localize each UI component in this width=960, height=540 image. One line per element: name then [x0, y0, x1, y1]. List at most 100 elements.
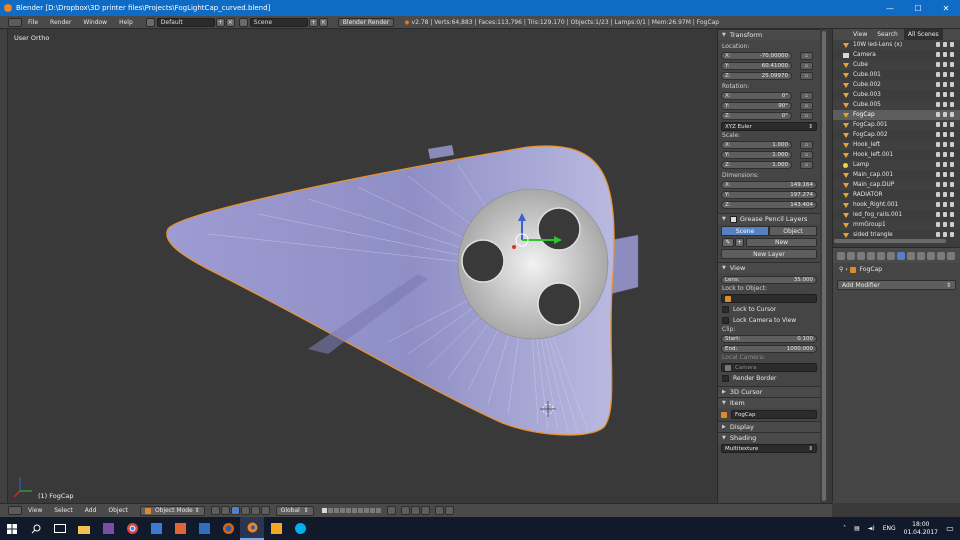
visibility-toggles[interactable] [936, 192, 954, 197]
new-layer-button[interactable]: New Layer [721, 249, 817, 259]
scene-field[interactable]: Scene [249, 17, 308, 27]
camera-render-icon[interactable] [950, 152, 954, 157]
outliner-item[interactable]: FogCap.001 [833, 120, 960, 130]
camera-render-icon[interactable] [950, 62, 954, 67]
shading-panel-header[interactable]: ▼ Shading [718, 432, 820, 443]
cursor-icon[interactable] [943, 192, 947, 197]
cursor-icon[interactable] [943, 152, 947, 157]
camera-render-icon[interactable] [950, 172, 954, 177]
taskbar-app-4[interactable] [144, 517, 168, 540]
eye-icon[interactable] [936, 52, 940, 57]
outliner-item[interactable]: Main_cap.DUP [833, 180, 960, 190]
outliner-item[interactable]: Cube.001 [833, 70, 960, 80]
taskbar-blender[interactable] [240, 517, 264, 540]
camera-render-icon[interactable] [950, 122, 954, 127]
camera-render-icon[interactable] [950, 102, 954, 107]
taskbar-app-9[interactable] [264, 517, 288, 540]
tab-scene[interactable]: Scene [721, 226, 769, 236]
clip-end-field[interactable]: End: 1000.000 [721, 345, 817, 353]
cursor-icon[interactable] [943, 82, 947, 87]
camera-render-icon[interactable] [950, 52, 954, 57]
eye-icon[interactable] [936, 122, 940, 127]
cursor-icon[interactable] [943, 202, 947, 207]
transform-panel-header[interactable]: ▼ Transform [718, 29, 820, 40]
eye-icon[interactable] [936, 222, 940, 227]
language-indicator[interactable]: ENG [883, 525, 896, 532]
eye-icon[interactable] [936, 62, 940, 67]
cursor-icon[interactable] [943, 122, 947, 127]
shading-mode-dropdown[interactable]: Multitexture ⇕ [721, 444, 817, 453]
data-tab-icon[interactable] [907, 251, 915, 260]
display-panel-header[interactable]: ▶ Display [718, 421, 820, 432]
eye-icon[interactable] [936, 42, 940, 47]
scene-tab-icon[interactable] [857, 251, 865, 260]
visibility-toggles[interactable] [936, 212, 954, 217]
cursor-icon[interactable] [943, 232, 947, 237]
visibility-toggles[interactable] [936, 142, 954, 147]
cursor-icon[interactable] [943, 92, 947, 97]
3d-viewport[interactable]: User Ortho (1) FogCap [8, 29, 717, 503]
view-panel-header[interactable]: ▼ View [718, 262, 820, 273]
eye-icon[interactable] [936, 142, 940, 147]
lock-layers-icon[interactable] [386, 506, 396, 515]
mode-dropdown[interactable]: Object Mode ⇕ [139, 505, 205, 516]
render-tab-icon[interactable] [837, 251, 845, 260]
search-button[interactable] [24, 517, 48, 540]
cursor-icon[interactable] [943, 222, 947, 227]
taskbar-firefox[interactable] [216, 517, 240, 540]
visibility-toggles[interactable] [936, 232, 954, 237]
proportional-edit-icon[interactable] [400, 506, 410, 515]
scale-z-field[interactable]: Z: 1.000 [721, 161, 792, 169]
eye-icon[interactable] [936, 132, 940, 137]
cursor-icon[interactable] [943, 112, 947, 117]
lock-icon[interactable]: ▫ [800, 62, 813, 70]
scene-icon[interactable] [238, 17, 248, 27]
lock-icon[interactable]: ▫ [800, 92, 813, 100]
add-screen-button[interactable]: + [215, 17, 225, 27]
screen-layout-field[interactable]: Default [156, 17, 215, 27]
camera-render-icon[interactable] [950, 222, 954, 227]
particles-tab-icon[interactable] [937, 251, 945, 260]
lock-icon[interactable]: ▫ [800, 102, 813, 110]
layer-buttons[interactable] [321, 508, 381, 513]
lock-icon[interactable]: ▫ [800, 141, 813, 149]
eye-icon[interactable] [936, 112, 940, 117]
tool-shelf-collapsed[interactable] [0, 29, 8, 503]
eye-icon[interactable] [936, 192, 940, 197]
cursor-icon[interactable] [943, 162, 947, 167]
visibility-toggles[interactable] [936, 72, 954, 77]
outliner-item[interactable]: Cube.003 [833, 90, 960, 100]
camera-render-icon[interactable] [950, 232, 954, 237]
cursor-icon[interactable] [943, 62, 947, 67]
manipulator-toggle-icon[interactable] [230, 506, 240, 515]
visibility-toggles[interactable] [936, 82, 954, 87]
opengl-render-icon[interactable] [434, 506, 444, 515]
lock-icon[interactable]: ▫ [800, 151, 813, 159]
camera-render-icon[interactable] [950, 182, 954, 187]
snap-toggle-icon[interactable] [410, 506, 420, 515]
cursor-icon[interactable] [943, 142, 947, 147]
editor-type-button[interactable] [8, 17, 22, 27]
pivot-point-icon[interactable] [220, 506, 230, 515]
mesh-render[interactable] [8, 29, 717, 503]
lock-camera-row[interactable]: Lock Camera to View [718, 315, 820, 326]
visibility-toggles[interactable] [936, 172, 954, 177]
rotation-mode-dropdown[interactable]: XYZ Euler ⇕ [721, 122, 817, 131]
outliner-item[interactable]: RADIATOR [833, 190, 960, 200]
camera-render-icon[interactable] [950, 212, 954, 217]
lock-camera-checkbox[interactable] [722, 317, 729, 324]
dimension-x-field[interactable]: X: 149.164 [721, 181, 817, 189]
outliner-item[interactable]: hook_Right.001 [833, 200, 960, 210]
visibility-toggles[interactable] [936, 182, 954, 187]
outliner-item[interactable]: Cube.005 [833, 100, 960, 110]
visibility-toggles[interactable] [936, 62, 954, 67]
outliner-item[interactable]: Hook_left.001 [833, 150, 960, 160]
scrollbar-thumb[interactable] [822, 31, 826, 501]
render-border-checkbox[interactable] [722, 375, 729, 382]
eye-icon[interactable] [936, 102, 940, 107]
add-scene-button[interactable]: + [308, 17, 318, 27]
outliner-search-menu[interactable]: Search [873, 29, 902, 40]
start-button[interactable] [0, 517, 24, 540]
outliner-item[interactable]: Cube [833, 60, 960, 70]
outliner-item[interactable]: Camera [833, 50, 960, 60]
